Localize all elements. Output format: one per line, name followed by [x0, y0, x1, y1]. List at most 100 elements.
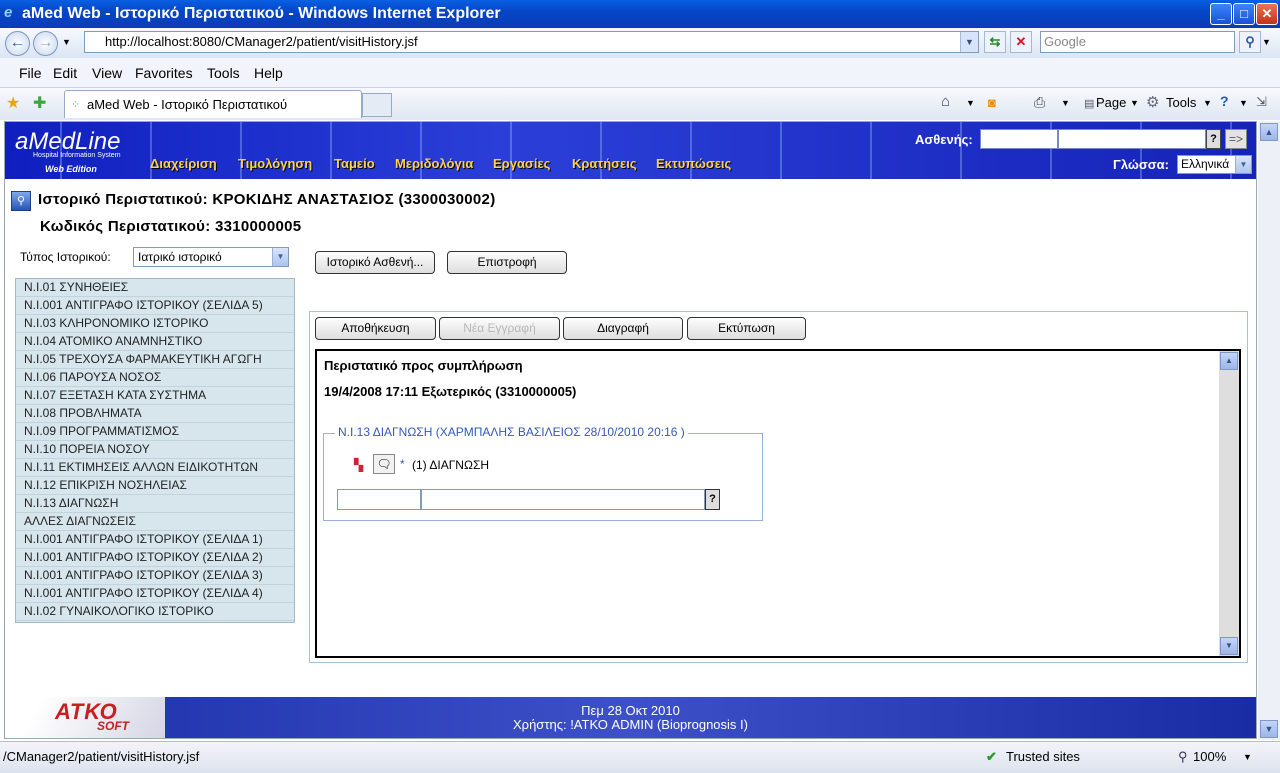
new-record-button[interactable]: Νέα Εγγραφή	[439, 317, 560, 340]
help-dropdown-icon[interactable]: ▼	[1239, 98, 1248, 108]
language-select[interactable]: Ελληνικά ▼	[1177, 155, 1252, 174]
menu-file[interactable]: File	[19, 65, 42, 81]
diagnosis-text-input[interactable]	[421, 489, 705, 510]
diagnosis-lookup-button[interactable]: ?	[705, 489, 720, 510]
diagnosis-code-input[interactable]	[337, 489, 421, 510]
list-item[interactable]: Ν.Ι.01 ΣΥΝΗΘΕΙΕΣ	[16, 279, 294, 297]
list-item[interactable]: Ν.Ι.09 ΠΡΟΓΡΑΜΜΑΤΙΣΜΟΣ	[16, 423, 294, 441]
search-options-icon[interactable]: ▼	[1262, 37, 1271, 47]
comment-icon[interactable]: 🗨	[373, 454, 395, 474]
list-item[interactable]: Ν.Ι.001 ΑΝΤΙΓΡΑΦΟ ΙΣΤΟΡΙΚΟΥ (ΣΕΛΙΔΑ 2)	[16, 549, 294, 567]
print-button[interactable]: Εκτύπωση	[687, 317, 806, 340]
patient-code-input[interactable]	[980, 129, 1058, 149]
nav-ledgers[interactable]: Μεριδολόγια	[395, 156, 473, 171]
add-favorites-icon[interactable]: ✚	[33, 93, 46, 113]
nav-bookings[interactable]: Κρατήσεις	[572, 156, 637, 171]
scroll-up-icon[interactable]: ▲	[1260, 123, 1278, 141]
list-item[interactable]: ΑΛΛΕΣ ΔΙΑΓΝΩΣΕΙΣ	[16, 513, 294, 531]
list-item[interactable]: Ν.Ι.001 ΑΝΤΙΓΡΑΦΟ ΙΣΤΟΡΙΚΟΥ (ΣΕΛΙΔΑ 3)	[16, 567, 294, 585]
patient-name-input[interactable]	[1058, 129, 1206, 149]
zoom-level[interactable]: 100%	[1193, 749, 1226, 764]
editor-scrollbar[interactable]: ▲ ▼	[1219, 351, 1239, 656]
page-dropdown-icon[interactable]: ▼	[1130, 98, 1139, 108]
back-button[interactable]: Επιστροφή	[447, 251, 567, 274]
diagnosis-label: (1) ΔΙΑΓΝΩΣΗ	[412, 458, 490, 472]
window-title-bar: e aMed Web - Ιστορικό Περιστατικού - Win…	[0, 0, 1280, 28]
tab-current[interactable]: ⁘ aMed Web - Ιστορικό Περιστατικού	[64, 90, 362, 118]
nav-invoicing[interactable]: Τιμολόγηση	[238, 156, 312, 171]
scroll-down-icon[interactable]: ▼	[1220, 637, 1238, 655]
home-dropdown-icon[interactable]: ▼	[966, 98, 975, 108]
scroll-up-icon[interactable]: ▲	[1220, 352, 1238, 370]
help-icon[interactable]: ?	[1220, 93, 1229, 109]
scroll-down-icon[interactable]: ▼	[1260, 720, 1278, 738]
nav-tasks[interactable]: Εργασίες	[493, 156, 550, 171]
chevron-down-icon: ▼	[272, 248, 288, 266]
page-scrollbar[interactable]: ▲ ▼	[1258, 121, 1280, 740]
minimize-button[interactable]: _	[1210, 3, 1232, 25]
list-item[interactable]: Ν.Ι.06 ΠΑΡΟΥΣΑ ΝΟΣΟΣ	[16, 369, 294, 387]
list-item[interactable]: Ν.Ι.05 ΤΡΕΧΟΥΣΑ ΦΑΡΜΑΚΕΥΤΙΚΗ ΑΓΩΓΗ	[16, 351, 294, 369]
required-mark: *	[400, 457, 405, 471]
gear-icon: ⚙	[1146, 94, 1160, 111]
back-icon[interactable]: ←	[5, 31, 30, 56]
home-icon[interactable]: ⌂	[941, 93, 950, 110]
tools-dropdown-icon[interactable]: ▼	[1203, 98, 1212, 108]
list-item[interactable]: Ν.Ι.02 ΓΥΝΑΙΚΟΛΟΓΙΚΟ ΙΣΤΟΡΙΚΟ	[16, 603, 294, 621]
list-item[interactable]: Ν.Ι.001 ΑΝΤΙΓΡΑΦΟ ΙΣΤΟΡΙΚΟΥ (ΣΕΛΙΔΑ 4)	[16, 585, 294, 603]
zoom-dropdown-icon[interactable]: ▼	[1243, 752, 1252, 762]
list-item[interactable]: Ν.Ι.001 ΑΝΤΙΓΡΑΦΟ ΙΣΤΟΡΙΚΟΥ (ΣΕΛΙΔΑ 1)	[16, 531, 294, 549]
address-dropdown-icon[interactable]: ▼	[960, 32, 978, 52]
app-footer: ΑΤΚΟ SOFT Πεμ 28 Οκτ 2010 Χρήστης: !ΑΤΚΟ…	[5, 697, 1256, 738]
close-button[interactable]: ✕	[1256, 3, 1278, 25]
list-item[interactable]: Ν.Ι.10 ΠΟΡΕΙΑ ΝΟΣΟΥ	[16, 441, 294, 459]
favorites-star-icon[interactable]: ★	[6, 93, 20, 113]
nav-printouts[interactable]: Εκτυπώσεις	[656, 156, 731, 171]
list-item[interactable]: Ν.Ι.12 ΕΠΙΚΡΙΣΗ ΝΟΣΗΛΕΙΑΣ	[16, 477, 294, 495]
list-item[interactable]: Ν.Ι.13 ΔΙΑΓΝΩΣΗ	[16, 495, 294, 513]
tree-icon[interactable]: ▚	[354, 458, 363, 472]
refresh-icon[interactable]: ⇆	[984, 31, 1006, 53]
list-item[interactable]: Ν.Ι.001 ΑΝΤΙΓΡΑΦΟ ΙΣΤΟΡΙΚΟΥ (ΣΕΛΙΔΑ 5)	[16, 297, 294, 315]
address-input[interactable]: http://localhost:8080/CManager2/patient/…	[84, 31, 979, 53]
print-icon[interactable]: ⎙	[1034, 94, 1045, 111]
zoom-icon: ⚲	[1178, 749, 1188, 764]
maximize-button[interactable]: □	[1233, 3, 1255, 25]
list-item[interactable]: Ν.Ι.04 ΑΤΟΜΙΚΟ ΑΝΑΜΝΗΣΤΙΚΟ	[16, 333, 294, 351]
security-zone[interactable]: Trusted sites	[1006, 749, 1080, 764]
save-button[interactable]: Αποθήκευση	[315, 317, 436, 340]
tools-menu-button[interactable]: Tools	[1166, 95, 1196, 110]
footer-user: Χρήστης: !ΑΤΚΟ ADMIN (Bioprognosis I)	[513, 717, 748, 732]
stop-icon[interactable]: ✕	[1010, 31, 1032, 53]
case-code-title: Κωδικός Περιστατικού: 3310000005	[40, 218, 302, 235]
menu-favorites[interactable]: Favorites	[135, 65, 193, 81]
search-input[interactable]: Google	[1040, 31, 1235, 53]
history-dropdown-icon[interactable]: ▼	[62, 37, 71, 47]
tab-title: aMed Web - Ιστορικό Περιστατικού	[87, 97, 288, 112]
patient-go-button[interactable]: =>	[1225, 129, 1247, 149]
patient-history-button[interactable]: Ιστορικό Ασθενή...	[315, 251, 435, 274]
menu-help[interactable]: Help	[254, 65, 283, 81]
delete-button[interactable]: Διαγραφή	[563, 317, 683, 340]
list-item[interactable]: Ν.Ι.11 ΕΚΤΙΜΗΣΕΙΣ ΑΛΛΩΝ ΕΙΔΙΚΟΤΗΤΩΝ	[16, 459, 294, 477]
menu-tools[interactable]: Tools	[207, 65, 240, 81]
forward-icon[interactable]: →	[33, 31, 58, 56]
print-dropdown-icon[interactable]: ▼	[1061, 98, 1070, 108]
list-item[interactable]: Ν.Ι.07 ΕΞΕΤΑΣΗ ΚΑΤΑ ΣΥΣΤΗΜΑ	[16, 387, 294, 405]
nav-administration[interactable]: Διαχείριση	[150, 156, 217, 171]
menu-edit[interactable]: Edit	[53, 65, 77, 81]
new-tab-button[interactable]	[362, 93, 392, 117]
window-title: aMed Web - Ιστορικό Περιστατικού - Windo…	[22, 5, 501, 22]
menu-view[interactable]: View	[92, 65, 122, 81]
list-item[interactable]: Ν.Ι.03 ΚΛΗΡΟΝΟΜΙΚΟ ΙΣΤΟΡΙΚΟ	[16, 315, 294, 333]
feeds-icon[interactable]: ◙	[988, 95, 996, 110]
list-item[interactable]: Ν.Ι.08 ΠΡΟΒΛΗΜΑΤΑ	[16, 405, 294, 423]
patient-lookup-button[interactable]: ?	[1206, 129, 1221, 149]
history-type-label: Τύπος Ιστορικού:	[20, 250, 111, 264]
research-icon[interactable]: ⇲	[1256, 94, 1267, 110]
nav-cashier[interactable]: Ταμείο	[334, 156, 375, 171]
page-menu-button[interactable]: Page	[1096, 95, 1126, 110]
editor-content: Περιστατικό προς συμπλήρωση 19/4/2008 17…	[315, 349, 1241, 658]
search-icon[interactable]: ⚲	[1239, 31, 1261, 53]
history-type-select[interactable]: Ιατρικό ιστορικό ▼	[133, 247, 289, 267]
